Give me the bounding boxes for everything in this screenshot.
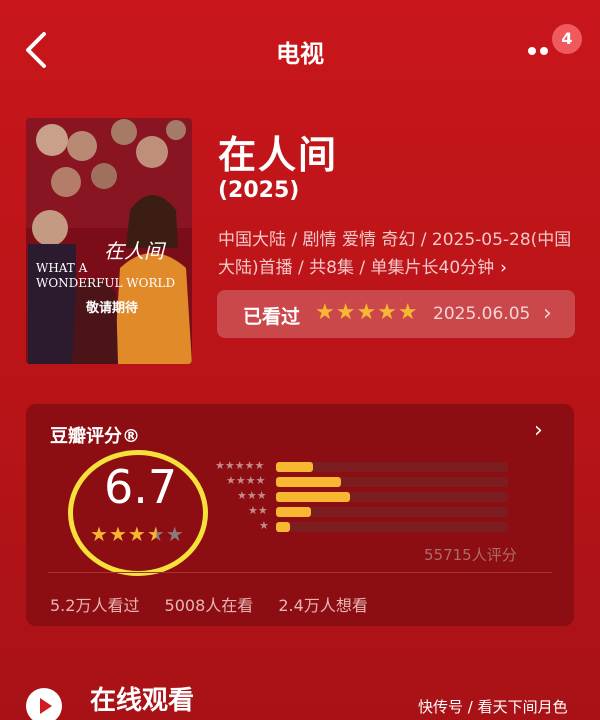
star-empty-icon: ★ [165,522,185,546]
poster-title-en-1: WHAT A [36,261,88,275]
distribution-track [276,492,508,502]
meta-chevron-icon: › [500,258,507,278]
play-icon[interactable] [26,688,62,720]
poster-image[interactable]: WHAT A WONDERFUL WORLD 在人间 敬请期待 [26,118,192,364]
distribution-track [276,477,508,487]
watched-status-button[interactable]: 已看过 ★★★★★ 2025.06.05 › [217,290,575,338]
more-options-icon[interactable] [526,44,556,58]
page-title: 电视 [276,40,324,68]
distribution-stars-icon: ★ [259,519,269,532]
star-full-icon: ★ [90,522,109,546]
distribution-row-3: ★★★ [212,489,512,504]
distribution-row-5: ★★★★★ [212,459,512,474]
rating-stars: ★★★★★ [90,522,185,546]
rating-label: 豆瓣评分® [50,426,140,447]
online-watch-label[interactable]: 在线观看 [90,680,194,717]
chevron-right-icon: › [543,301,552,326]
show-meta-text: 中国大陆 / 剧情 爱情 奇幻 / 2025-05-28(中国大陆)首播 / 共… [218,230,572,278]
stat-watched: 5.2万人看过 [50,596,140,615]
audience-stats: 5.2万人看过 5008人在看 2.4万人想看 [50,592,388,616]
distribution-row-1: ★ [212,519,512,534]
stat-want: 2.4万人想看 [278,596,368,615]
show-year: (2025) [218,178,300,203]
douban-rating-card: 豆瓣评分® › 6.7 ★★★★★ ★★★★★ ★★★★ ★★★ ★★ ★ 55715人… [26,404,574,626]
poster-artwork: WHAT A WONDERFUL WORLD 在人间 敬请期待 [26,118,192,364]
distribution-stars-icon: ★★★★★ [215,459,265,472]
distribution-stars-icon: ★★★★ [226,474,266,487]
show-meta[interactable]: 中国大陆 / 剧情 爱情 奇幻 / 2025-05-28(中国大陆)首播 / 共… [218,226,578,282]
star-half-icon: ★ [146,522,166,546]
distribution-row-2: ★★ [212,504,512,519]
show-title: 在人间 [218,133,339,177]
poster-title-en-2: WONDERFUL WORLD [36,276,175,290]
star-full-icon: ★ [108,522,128,546]
distribution-track [276,522,508,532]
distribution-bar [276,462,314,472]
notification-badge[interactable]: 4 [552,24,582,54]
distribution-stars-icon: ★★★ [237,489,267,502]
rating-score: 6.7 [104,460,178,514]
distribution-stars-icon: ★★ [248,504,268,517]
rating-count: 55715人评分 [424,546,517,564]
distribution-row-4: ★★★★ [212,474,512,489]
rating-chevron-icon[interactable]: › [534,418,543,443]
distribution-track [276,462,508,472]
star-full-icon: ★ [127,522,147,546]
user-rating-stars: ★★★★★ [315,300,419,325]
divider [48,572,552,573]
poster-title-cn: 在人间 [104,239,167,263]
stat-watching: 5008人在看 [164,596,254,615]
distribution-bar [276,522,290,532]
distribution-track [276,507,508,517]
watched-label: 已看过 [243,306,301,328]
distribution-bar [276,507,311,517]
distribution-bar [276,492,351,502]
distribution-bar [276,477,341,487]
watermark-text: 快传号 / 看天下间月色 [418,698,568,716]
watched-date: 2025.06.05 [433,304,531,324]
poster-tagline: 敬请期待 [85,300,138,316]
top-bar: 电视 4 [0,0,600,100]
